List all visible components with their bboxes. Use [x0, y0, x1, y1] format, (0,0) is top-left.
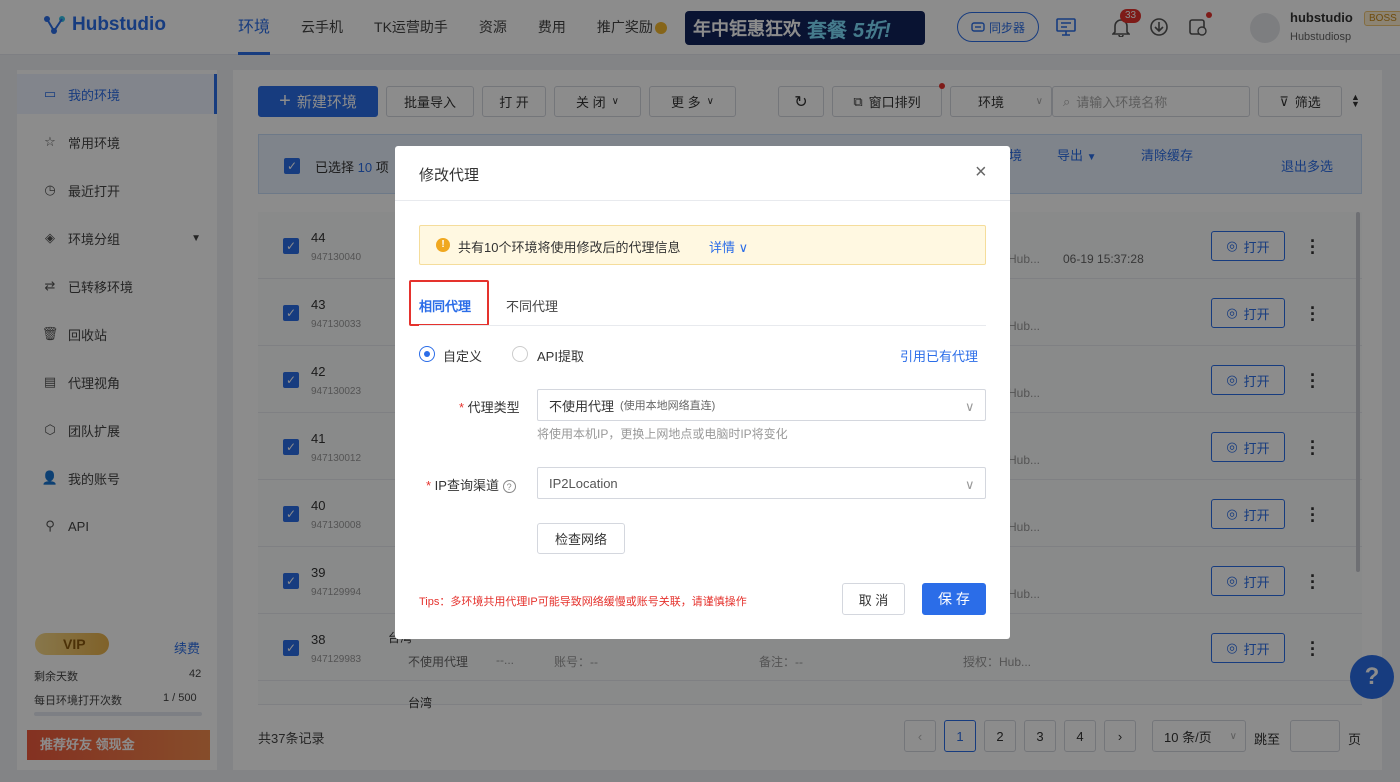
- chevron-down-icon: ∨: [965, 399, 975, 414]
- radio-api-label: API提取: [537, 349, 584, 364]
- chevron-down-icon: ∨: [738, 240, 749, 255]
- tips-text: Tips：多环境共用代理IP可能导致网络缓慢或账号关联，请谨慎操作: [419, 596, 747, 608]
- cancel-button[interactable]: 取 消: [842, 583, 905, 615]
- close-icon[interactable]: ×: [975, 162, 987, 182]
- modal-header-divider: [395, 200, 1010, 201]
- chevron-down-icon: ∨: [965, 477, 975, 492]
- highlight-box: [409, 280, 489, 326]
- check-network-button[interactable]: 检查网络: [537, 523, 625, 554]
- save-button[interactable]: 保 存: [922, 583, 986, 615]
- radio-api[interactable]: [512, 346, 528, 362]
- warning-icon: !: [436, 238, 450, 252]
- proxy-type-value: 不使用代理: [549, 398, 615, 414]
- notice-detail-link[interactable]: 详情 ∨: [709, 237, 748, 256]
- radio-custom[interactable]: [419, 346, 435, 362]
- use-existing-proxy-link[interactable]: 引用已有代理: [900, 346, 978, 365]
- proxy-help-text: 将使用本机IP，更换上网地点或电脑时IP将变化: [537, 427, 788, 441]
- ip-channel-value: IP2Location: [549, 475, 618, 491]
- tab-different-proxy[interactable]: 不同代理: [506, 296, 558, 315]
- ip-channel-label: * IP查询渠道 ?: [426, 475, 516, 494]
- question-icon: ?: [502, 480, 516, 493]
- radio-custom-label: 自定义: [443, 349, 483, 364]
- ip-channel-select[interactable]: IP2Location ∨: [537, 467, 986, 499]
- proxy-type-select[interactable]: 不使用代理 (使用本地网络直连) ∨: [537, 389, 986, 421]
- notice-text: 共有10个环境将使用修改后的代理信息: [458, 240, 681, 255]
- edit-proxy-modal: 修改代理 × ! 共有10个环境将使用修改后的代理信息 详情 ∨ 相同代理 不同…: [395, 146, 1010, 639]
- tab-divider: [419, 325, 986, 326]
- modal-title: 修改代理: [419, 167, 480, 184]
- proxy-type-label: * 代理类型: [459, 400, 520, 415]
- proxy-type-hint: (使用本地网络直连): [620, 400, 716, 412]
- notice-bar: ! 共有10个环境将使用修改后的代理信息 详情 ∨: [419, 225, 986, 265]
